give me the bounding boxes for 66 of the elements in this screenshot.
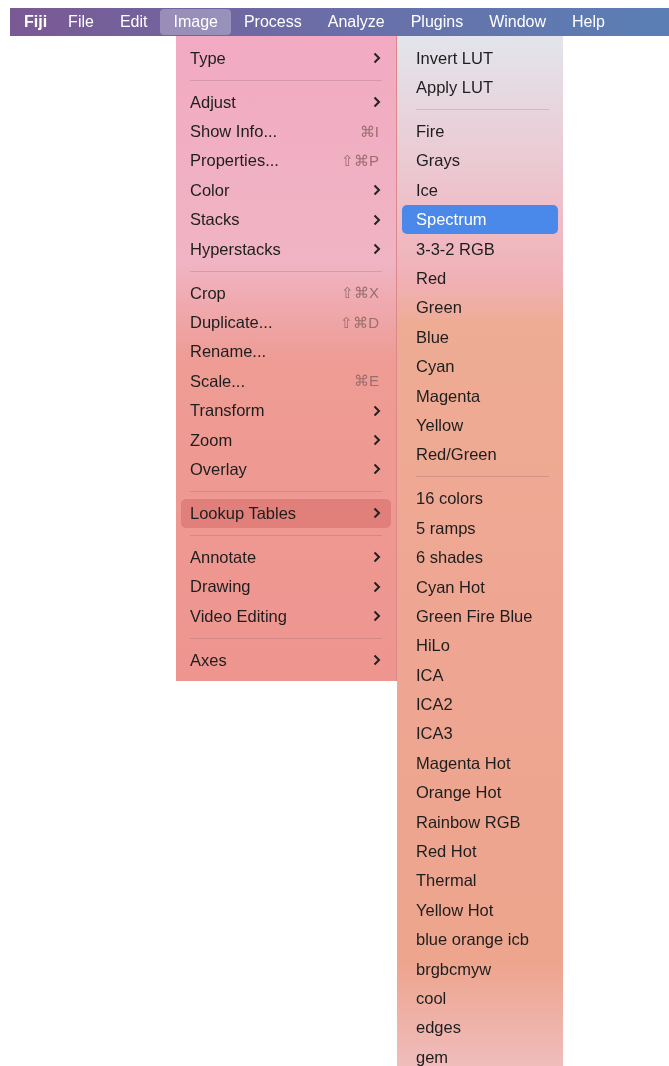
menu-item[interactable]: ICA2 xyxy=(402,689,558,720)
menu-item[interactable]: Duplicate... ⇧⌘D xyxy=(181,307,391,338)
menu-item[interactable]: cool xyxy=(402,983,558,1014)
menu-item[interactable]: Red xyxy=(402,263,558,294)
menu-item[interactable]: HiLo xyxy=(402,631,558,661)
shortcut-label: ⇧⌘D xyxy=(340,313,379,332)
menu-item[interactable]: brgbcmyw xyxy=(402,954,558,984)
menu-bar-item[interactable]: Window xyxy=(476,9,560,35)
menu-bar-item[interactable]: Analyze xyxy=(314,9,398,35)
menu-item[interactable]: Magenta xyxy=(402,381,558,411)
menu-item[interactable]: ICA xyxy=(402,660,558,690)
menu-item[interactable]: Cyan xyxy=(402,352,558,382)
menu-item[interactable]: Yellow Hot xyxy=(402,895,558,925)
menu-bar-item[interactable]: Edit xyxy=(106,9,161,35)
menu-item[interactable]: Thermal xyxy=(402,866,558,896)
menu-item[interactable]: Yellow xyxy=(402,410,558,441)
menu-item[interactable]: Lookup Tables xyxy=(181,498,391,529)
menu-item[interactable]: 3-3-2 RGB xyxy=(402,234,558,264)
menu-item[interactable]: Spectrum xyxy=(402,205,558,235)
menu-item[interactable]: blue orange icb xyxy=(402,925,558,955)
menu-item[interactable]: 5 ramps xyxy=(402,513,558,543)
menu-bar-item[interactable]: Process xyxy=(230,9,315,35)
menu-item[interactable]: Overlay xyxy=(181,454,391,485)
menu-bar-item[interactable]: Help xyxy=(559,9,618,35)
menu-item[interactable]: Adjust xyxy=(181,87,391,117)
menu-bar-item[interactable]: File xyxy=(55,9,107,35)
shortcut-label: ⌘E xyxy=(354,372,379,391)
menu-item[interactable]: 6 shades xyxy=(402,542,558,573)
menu-item[interactable]: Blue xyxy=(402,322,558,352)
menu-item[interactable]: Magenta Hot xyxy=(402,748,558,779)
menu-item[interactable]: Apply LUT xyxy=(402,72,558,103)
menu-item[interactable]: ICA3 xyxy=(402,719,558,749)
menu-item[interactable]: Red/Green xyxy=(402,440,558,470)
menu-item[interactable]: Grays xyxy=(402,146,558,176)
menu-item[interactable]: Properties... ⇧⌘P xyxy=(181,146,391,176)
menu-item[interactable]: Green xyxy=(402,293,558,323)
menu-bar-item[interactable]: Plugins xyxy=(397,9,477,35)
menu-item[interactable]: Drawing xyxy=(181,572,391,602)
menu-item[interactable]: Rainbow RGB xyxy=(402,807,558,837)
app-menu[interactable]: Fiji xyxy=(18,9,56,35)
menu-item[interactable]: Rename... xyxy=(181,337,391,367)
menu-item[interactable]: Scale... ⌘E xyxy=(181,366,391,396)
menu-item[interactable]: Type xyxy=(181,43,391,73)
menu-item[interactable]: Annotate xyxy=(181,542,391,573)
menu-item[interactable]: Fire xyxy=(402,116,558,147)
menu-item[interactable]: Ice xyxy=(402,175,558,206)
menu-item[interactable]: Axes xyxy=(181,645,391,675)
shortcut-label: ⌘I xyxy=(359,122,379,141)
menu-item[interactable]: Crop ⇧⌘X xyxy=(181,278,391,308)
shortcut-label: ⇧⌘X xyxy=(341,284,379,303)
menu-item[interactable]: Stacks xyxy=(181,205,391,235)
menu-item[interactable]: Zoom xyxy=(181,425,391,455)
menu-item[interactable]: Red Hot xyxy=(402,836,558,867)
menu-item[interactable]: gem xyxy=(402,1042,558,1066)
menu-item[interactable]: Color xyxy=(181,175,391,206)
menu-item[interactable]: Transform xyxy=(181,396,391,426)
menu-item[interactable]: Cyan Hot xyxy=(402,572,558,602)
shortcut-label: ⇧⌘P xyxy=(341,151,379,170)
menu-item[interactable]: 16 colors xyxy=(402,484,558,514)
menu-item[interactable]: Green Fire Blue xyxy=(402,601,558,632)
menu-item[interactable]: Invert LUT xyxy=(402,43,558,73)
menu-item[interactable]: Hyperstacks xyxy=(181,234,391,264)
menu-item[interactable]: Video Editing xyxy=(181,601,391,631)
menu-item[interactable]: Show Info... ⌘I xyxy=(181,116,391,147)
menu-item[interactable]: edges xyxy=(402,1013,558,1043)
menu-item[interactable]: Orange Hot xyxy=(402,778,558,808)
